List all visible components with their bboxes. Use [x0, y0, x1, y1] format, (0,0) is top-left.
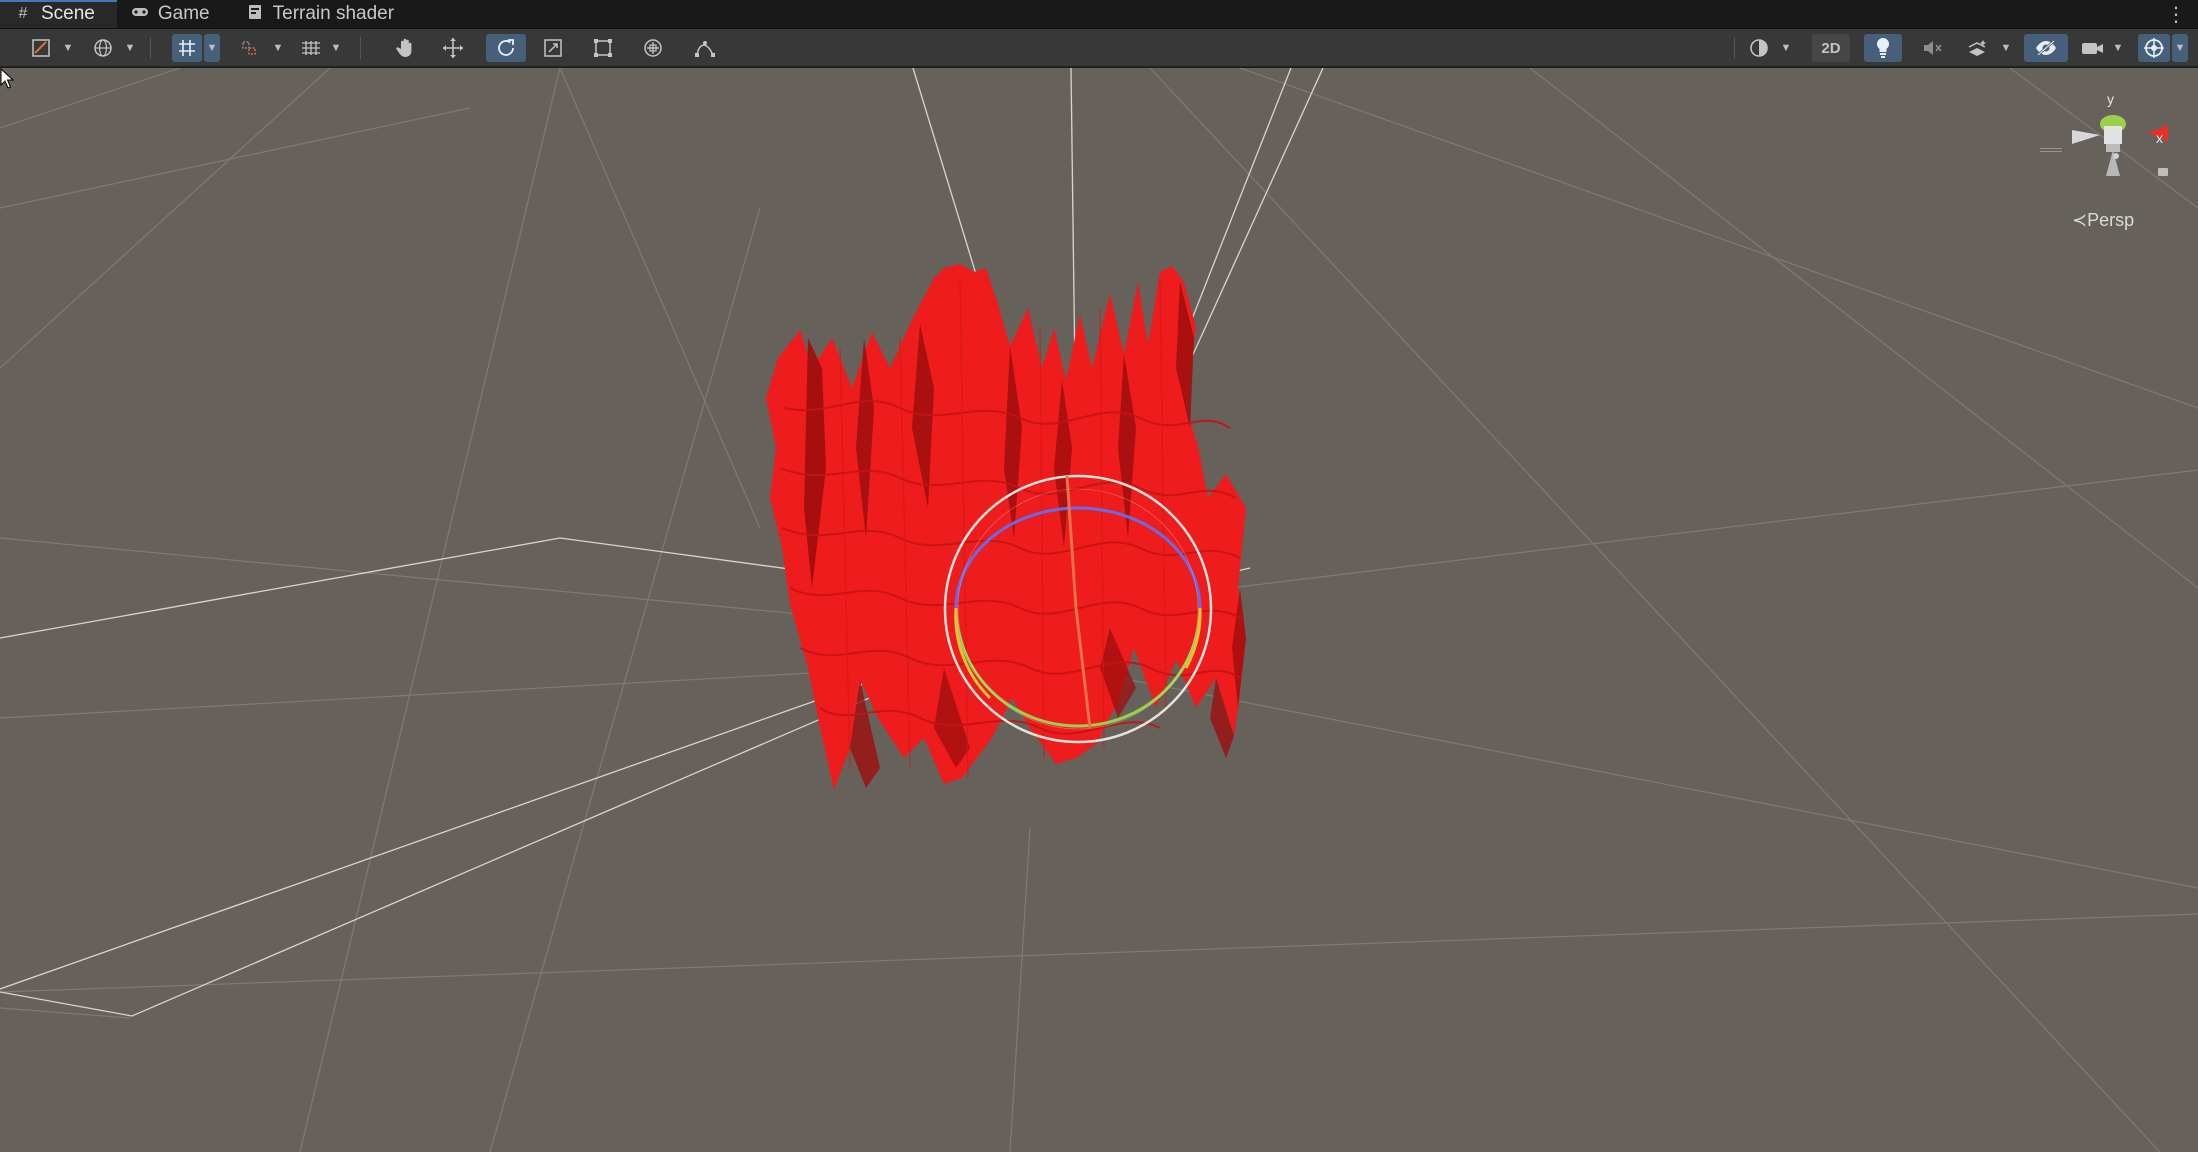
- tab-terrain-shader[interactable]: Terrain shader: [232, 0, 416, 28]
- scene-viewport[interactable]: y x ≺Persp: [0, 68, 2198, 1152]
- grid-visibility-dropdown-icon[interactable]: ▼: [328, 34, 344, 62]
- tab-game[interactable]: Game: [117, 0, 232, 28]
- global-dropdown-icon[interactable]: ▼: [122, 34, 138, 62]
- mouse-cursor-icon: [0, 68, 14, 89]
- window-tab-bar: # Scene Game Terrain shader ⋮: [0, 0, 2198, 29]
- transform-tool-icon[interactable]: [638, 34, 668, 62]
- gizmo-neg-x-cone[interactable]: [2072, 130, 2100, 144]
- audio-muted-icon[interactable]: [1914, 34, 1952, 62]
- camera-icon[interactable]: [2078, 34, 2108, 62]
- toolbar-separator: [150, 37, 151, 59]
- tab-game-label: Game: [157, 3, 210, 24]
- hidden-objects-icon[interactable]: [2024, 34, 2068, 62]
- effects-icon[interactable]: [1962, 34, 1994, 62]
- draw-mode-icon[interactable]: [28, 34, 54, 62]
- rect-tool-icon[interactable]: [588, 34, 618, 62]
- move-tool-icon[interactable]: [438, 34, 468, 62]
- rotate-tool-icon[interactable]: [486, 34, 526, 62]
- increment-snap-icon[interactable]: [236, 34, 262, 62]
- gizmos-dropdown-icon[interactable]: ▼: [2172, 34, 2188, 62]
- 2d-mode-button[interactable]: 2D: [1812, 34, 1850, 62]
- increment-snap-dropdown-icon[interactable]: ▼: [270, 34, 286, 62]
- tab-scene-label: Scene: [41, 3, 95, 24]
- toolbar-separator: [1734, 37, 1735, 59]
- tab-scene[interactable]: # Scene: [0, 0, 117, 28]
- overlay-drag-handle[interactable]: [2040, 148, 2062, 152]
- gamepad-icon: [131, 5, 149, 23]
- grid-visibility-icon[interactable]: [296, 34, 326, 62]
- gizmos-icon[interactable]: [2138, 34, 2170, 62]
- persp-icon: ≺: [2072, 210, 2088, 230]
- gizmo-x-label: x: [2156, 130, 2163, 146]
- gizmo-center-cube[interactable]: [2104, 126, 2122, 144]
- projection-label: Persp: [2087, 210, 2135, 230]
- camera-dropdown-icon[interactable]: ▼: [2110, 34, 2126, 62]
- scale-tool-icon[interactable]: [538, 34, 568, 62]
- shader-graph-icon: [246, 4, 264, 25]
- projection-toggle[interactable]: ≺Persp: [2072, 210, 2134, 231]
- grid-snap-icon[interactable]: [172, 34, 202, 62]
- toolbar-separator: [360, 37, 361, 59]
- scene-render: [0, 68, 2198, 1152]
- grid-snap-dropdown-icon[interactable]: ▼: [204, 34, 220, 62]
- draw-mode-dropdown-icon[interactable]: ▼: [60, 34, 76, 62]
- more-options-icon[interactable]: ⋮: [2166, 2, 2186, 27]
- lighting-icon[interactable]: [1864, 34, 1902, 62]
- orientation-gizmo[interactable]: y x: [2060, 88, 2180, 208]
- custom-tool-icon[interactable]: [690, 34, 720, 62]
- gizmo-y-label: y: [2107, 91, 2114, 107]
- tab-terrain-shader-label: Terrain shader: [272, 3, 395, 24]
- hand-tool-icon[interactable]: [390, 34, 420, 62]
- hash-icon: #: [18, 5, 28, 22]
- globe-icon[interactable]: [90, 34, 116, 62]
- effects-dropdown-icon[interactable]: ▼: [1998, 34, 2014, 62]
- shading-mode-icon[interactable]: [1746, 34, 1772, 62]
- scene-toolbar: ▼ ▼ ▼ ▼ ▼ ▼ 2D ▼ ▼ ▼: [0, 29, 2198, 67]
- shading-mode-dropdown-icon[interactable]: ▼: [1778, 34, 1794, 62]
